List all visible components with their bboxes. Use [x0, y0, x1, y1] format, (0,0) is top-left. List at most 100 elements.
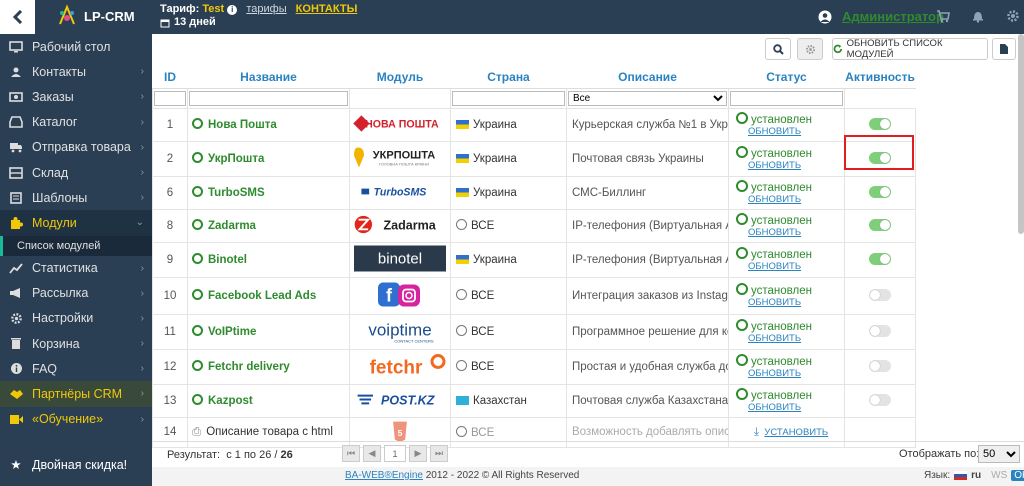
sidebar-item-contacts[interactable]: Контакты ›	[0, 59, 152, 84]
sidebar-item-templates[interactable]: Шаблоны ›	[0, 185, 152, 210]
install-link[interactable]: УСТАНОВИТЬ	[762, 427, 828, 438]
column-header-country[interactable]: Страна	[450, 66, 567, 89]
country-filter-select[interactable]: Все	[568, 90, 727, 106]
tariffs-link[interactable]: тарифы	[246, 3, 286, 15]
user-menu[interactable]: Администратор	[818, 9, 944, 24]
module-name-cell[interactable]: Нова Пошта	[187, 107, 350, 142]
settings-button[interactable]	[797, 38, 823, 60]
table-row[interactable]: 12 Fetchr delivery fetchr ВСЕ Простая и …	[152, 348, 916, 385]
sidebar-item-label: Список модулей	[17, 239, 101, 252]
country-name: ВСЕ	[471, 326, 495, 338]
module-logo-icon: НОВА ПОШТА	[353, 114, 439, 132]
sidebar-item-discount[interactable]: ★ Двойная скидка!	[0, 452, 152, 477]
bell-icon[interactable]	[971, 9, 985, 23]
module-name-cell[interactable]: Zadarma	[187, 208, 350, 243]
inbox-icon	[8, 115, 24, 129]
table-row[interactable]: 1 Нова Пошта НОВА ПОШТА Украина Курьерск…	[152, 107, 916, 142]
status-filter-input[interactable]	[730, 90, 843, 106]
sidebar-item-education[interactable]: «Обучение» ›	[0, 407, 152, 432]
info-icon[interactable]: i	[227, 5, 238, 15]
sidebar-item-orders[interactable]: Заказы ›	[0, 84, 152, 109]
cart-icon[interactable]	[936, 9, 950, 23]
search-button[interactable]	[765, 38, 791, 60]
per-page-select[interactable]: 50	[978, 445, 1020, 463]
page-number[interactable]: 1	[384, 445, 406, 462]
chevron-right-icon: ›	[140, 262, 144, 274]
sidebar-item-statistics[interactable]: Статистика ›	[0, 256, 152, 281]
id-filter-input[interactable]	[154, 90, 186, 106]
update-link[interactable]: ОБНОВИТЬ	[736, 160, 844, 172]
activity-cell	[844, 276, 916, 315]
column-header-description[interactable]: Описание	[566, 66, 729, 89]
update-link[interactable]: ОБНОВИТЬ	[736, 261, 844, 273]
module-name: Facebook Lead Ads	[208, 290, 317, 302]
sidebar-item-dashboard[interactable]: Рабочий стол	[0, 34, 152, 59]
trash-icon	[8, 337, 24, 351]
export-button[interactable]	[992, 38, 1016, 60]
activity-toggle[interactable]	[869, 394, 891, 407]
table-row[interactable]: 13 Kazpost POST.KZ Казахстан Почтовая сл…	[152, 383, 916, 418]
next-page-button[interactable]: ▶	[409, 445, 427, 462]
sidebar-item-faq[interactable]: FAQ ›	[0, 356, 152, 381]
column-header-module[interactable]: Модуль	[349, 66, 451, 89]
activity-toggle[interactable]	[869, 186, 891, 199]
update-link[interactable]: ОБНОВИТЬ	[736, 126, 844, 138]
sidebar-item-catalog[interactable]: Каталог ›	[0, 110, 152, 135]
main-content: ОБНОВИТЬ СПИСОК МОДУЛЕЙ ID Название Моду…	[152, 34, 1024, 486]
module-name-cell[interactable]: Binotel	[187, 241, 350, 278]
table-row[interactable]: 9 Binotel binotel Украина IP-телефония (…	[152, 241, 916, 278]
first-page-button[interactable]: ⏮	[342, 445, 360, 462]
scrollbar[interactable]	[1018, 34, 1024, 234]
sidebar-item-modules[interactable]: Модули ⌄	[0, 210, 152, 236]
column-header-name[interactable]: Название	[187, 66, 350, 89]
sidebar-item-warehouse[interactable]: Склад ›	[0, 160, 152, 185]
activity-toggle[interactable]	[869, 325, 891, 338]
sidebar-item-shipping[interactable]: Отправка товара ›	[0, 135, 152, 160]
module-name-cell[interactable]: VoIPtime	[187, 313, 350, 350]
module-name-cell[interactable]: Facebook Lead Ads	[187, 276, 350, 315]
app-logo[interactable]: LP-CRM	[56, 4, 135, 28]
last-page-button[interactable]: ⏭	[430, 445, 448, 462]
table-row[interactable]: 2 УкрПошта УКРПОШТА ГОЛОВНА ПОШТА КРАЇНИ …	[152, 140, 916, 177]
country-cell: Украина	[450, 140, 567, 177]
activity-toggle[interactable]	[869, 253, 891, 266]
flag-ukraine-icon	[456, 119, 469, 129]
update-link[interactable]: ОБНОВИТЬ	[736, 402, 844, 414]
sidebar-item-mailing[interactable]: Рассылка ›	[0, 281, 152, 306]
module-logo: binotel	[349, 241, 451, 278]
contacts-link[interactable]: КОНТАКТЫ	[296, 3, 358, 15]
table-row[interactable]: 11 VoIPtime voiptime CONTACT CENTERS ВСЕ …	[152, 313, 916, 350]
activity-toggle[interactable]	[869, 219, 891, 232]
update-link[interactable]: ОБНОВИТЬ	[736, 227, 844, 239]
table-row[interactable]: 8 Zadarma Zadarma ВСЕ IP-телефония (Вирт…	[152, 208, 916, 243]
table-row[interactable]: 6 TurboSMS TurboSMS Украина СМС-Биллинг …	[152, 175, 916, 210]
sidebar-item-settings[interactable]: Настройки ›	[0, 306, 152, 331]
update-link[interactable]: ОБНОВИТЬ	[736, 368, 844, 380]
activity-toggle[interactable]	[869, 360, 891, 373]
country-text-filter-input[interactable]	[452, 90, 565, 106]
module-name-cell[interactable]: Kazpost	[187, 383, 350, 418]
update-link[interactable]: ОБНОВИТЬ	[736, 333, 844, 345]
sidebar-toggle-button[interactable]	[0, 0, 35, 34]
module-name-cell[interactable]: УкрПошта	[187, 140, 350, 177]
module-name-cell[interactable]: TurboSMS	[187, 175, 350, 210]
prev-page-button[interactable]: ◀	[363, 445, 381, 462]
column-header-activity[interactable]: Активность	[844, 66, 916, 89]
engine-link[interactable]: BA-WEB®Engine	[345, 470, 423, 481]
sidebar-item-module-list[interactable]: Список модулей	[0, 235, 152, 256]
refresh-modules-button[interactable]: ОБНОВИТЬ СПИСОК МОДУЛЕЙ	[832, 38, 988, 60]
column-header-status[interactable]: Статус	[728, 66, 845, 89]
module-name-cell[interactable]: Fetchr delivery	[187, 348, 350, 385]
language-switcher[interactable]: Язык: ru WS OK	[924, 470, 1024, 481]
column-header-id[interactable]: ID	[152, 66, 188, 89]
update-link[interactable]: ОБНОВИТЬ	[736, 297, 844, 309]
activity-toggle[interactable]	[869, 118, 891, 131]
name-filter-input[interactable]	[189, 90, 348, 106]
update-link[interactable]: ОБНОВИТЬ	[736, 194, 844, 206]
country-cell: Казахстан	[450, 383, 567, 418]
sidebar-item-partners[interactable]: Партнёры CRM ›	[0, 381, 152, 407]
table-row[interactable]: 10 Facebook Lead Ads f ВСЕ Интеграция за…	[152, 276, 916, 315]
sidebar-item-trash[interactable]: Корзина ›	[0, 331, 152, 356]
gear-icon[interactable]	[1006, 9, 1020, 23]
activity-toggle[interactable]	[869, 289, 891, 302]
